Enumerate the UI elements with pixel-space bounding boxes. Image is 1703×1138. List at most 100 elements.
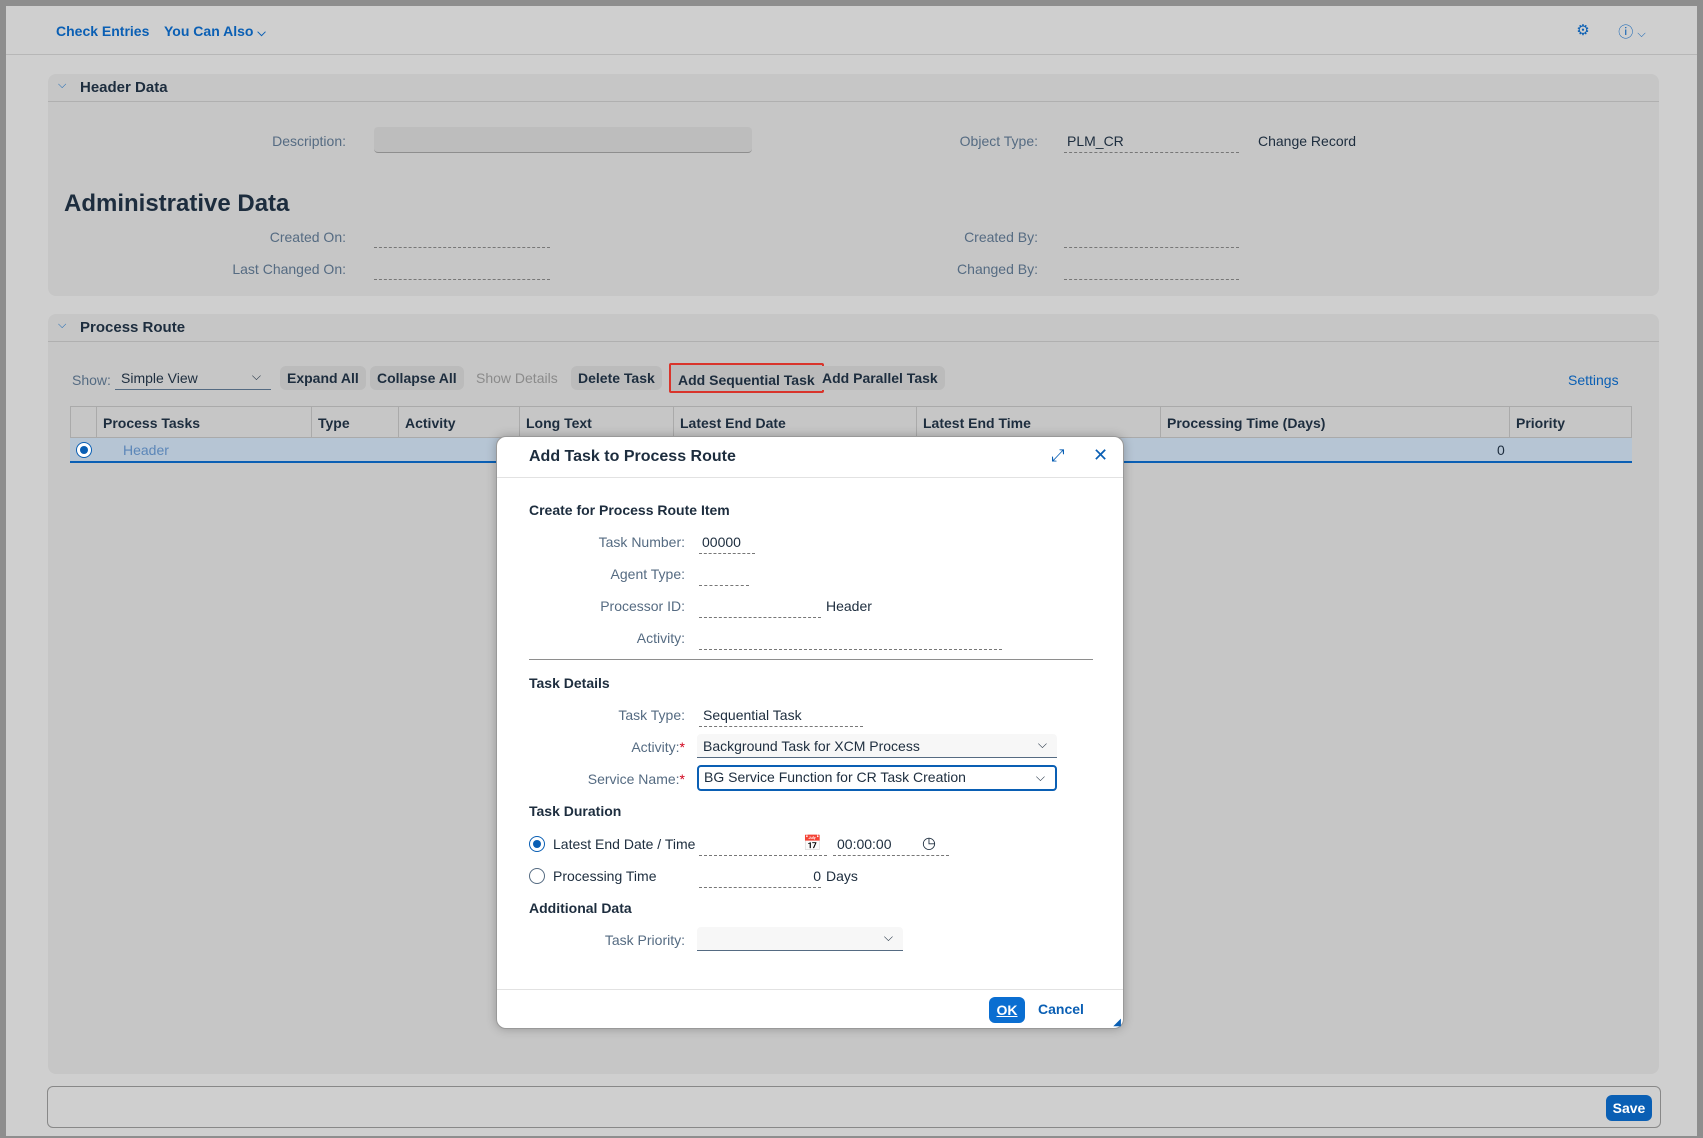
object-type-text: Change Record [1258,133,1357,149]
section-additional-title: Additional Data [529,900,632,916]
service-name-select[interactable]: BG Service Function for CR Task Creation… [697,765,1057,791]
show-label: Show: [72,372,111,388]
latest-end-time-value[interactable]: 00:00:00 [837,836,892,852]
chevron-down-icon: ⌵ [251,369,261,383]
settings-link[interactable]: Settings [1568,372,1619,388]
object-type-underline [1064,152,1239,153]
created-by-label: Created By: [964,229,1038,245]
process-route-title: Process Route [80,319,186,336]
processing-time-label: Processing Time [553,868,657,884]
created-by-value [1064,247,1239,248]
latest-end-label: Latest End Date / Time [553,836,696,852]
created-on-value [374,247,550,248]
activity-select-label: Activity:* [631,739,685,755]
agent-type-value [699,585,749,586]
app-frame: Check Entries You Can Also ⌵ ⚙ ⓘ ⌵ ⌵ Hea… [6,6,1697,1136]
days-label: Days [826,868,858,884]
task-priority-select[interactable]: ⌵ [697,927,903,951]
collapse-all-button[interactable]: Collapse All [370,366,464,390]
task-type-label: Task Type: [618,707,685,723]
processor-id-text: Header [826,598,872,614]
object-type-value: PLM_CR [1067,133,1124,149]
close-icon[interactable]: ✕ [1093,445,1108,466]
resize-handle-icon[interactable]: ◢ [1113,1017,1121,1028]
object-type-label: Object Type: [959,133,1038,149]
section-divider [529,659,1093,660]
cancel-button[interactable]: Cancel [1038,1001,1084,1017]
column-type[interactable]: Type [311,407,398,439]
delete-task-button[interactable]: Delete Task [571,366,662,390]
task-type-value: Sequential Task [703,707,802,723]
header-data-panel: ⌵ Header Data Description: Object Type: … [48,74,1659,296]
processing-time-radio[interactable] [529,868,545,884]
help-icon[interactable]: ⓘ ⌵ [1614,21,1650,41]
save-button[interactable]: Save [1606,1095,1652,1121]
expand-all-button[interactable]: Expand All [280,366,366,390]
description-label: Description: [272,133,346,149]
row-processing-time: 0 [1497,442,1505,458]
processing-time-underline [699,887,821,888]
calendar-icon[interactable]: 📅 [803,834,822,852]
chevron-down-icon: ⌵ [883,930,893,944]
row-select-radio[interactable] [76,442,92,458]
latest-end-date-input[interactable] [699,855,827,856]
changed-by-label: Changed By: [957,261,1038,277]
clock-icon[interactable]: ◷ [922,833,936,853]
column-process-tasks[interactable]: Process Tasks [96,407,311,439]
gear-icon[interactable]: ⚙ [1573,21,1593,41]
process-tasks-table-header: Process Tasks Type Activity Long Text La… [70,406,1632,439]
description-input[interactable] [374,127,752,153]
activity-label: Activity: [636,630,685,646]
last-changed-on-label: Last Changed On: [232,261,346,277]
add-parallel-task-button[interactable]: Add Parallel Task [815,366,945,390]
task-number-label: Task Number: [598,534,685,550]
expand-dialog-icon[interactable]: ⤢ [1051,446,1065,466]
dialog-header-divider [497,477,1123,478]
dialog-footer-divider [497,989,1123,990]
add-task-dialog: Add Task to Process Route ⤢ ✕ Create for… [496,436,1124,1029]
processor-id-label: Processor ID: [600,598,685,614]
created-on-label: Created On: [269,229,346,245]
agent-type-label: Agent Type: [610,566,685,582]
show-view-select[interactable]: Simple View ⌵ [115,366,271,390]
service-name-label: Service Name:* [587,771,685,787]
process-route-header[interactable]: ⌵ Process Route [48,314,1659,342]
row-process-task: Header [123,442,169,458]
top-toolbar: Check Entries You Can Also ⌵ ⚙ ⓘ ⌵ [6,6,1697,55]
column-latest-end-date[interactable]: Latest End Date [673,407,916,439]
add-sequential-task-button[interactable]: Add Sequential Task [669,363,824,393]
section-details-title: Task Details [529,675,610,691]
processor-id-value [699,617,821,618]
column-activity[interactable]: Activity [398,407,519,439]
task-type-underline [699,726,863,727]
task-priority-label: Task Priority: [604,932,685,948]
last-changed-on-value [374,279,550,280]
footer-bar: Save [47,1086,1661,1128]
section-create-title: Create for Process Route Item [529,502,730,518]
latest-end-time-underline [833,855,949,856]
chevron-down-icon[interactable]: ⌵ [58,79,70,91]
activity-select[interactable]: Background Task for XCM Process ⌵ [697,734,1057,758]
administrative-data-title: Administrative Data [64,190,290,217]
you-can-also-menu[interactable]: You Can Also ⌵ [164,23,266,40]
column-priority[interactable]: Priority [1509,407,1632,439]
chevron-down-icon: ⌵ [1035,770,1045,784]
dialog-title: Add Task to Process Route [529,448,736,465]
column-latest-end-time[interactable]: Latest End Time [916,407,1160,439]
column-processing-time[interactable]: Processing Time (Days) [1160,407,1509,439]
ok-button[interactable]: OK [989,997,1025,1023]
chevron-down-icon[interactable]: ⌵ [58,319,70,331]
column-long-text[interactable]: Long Text [519,407,673,439]
section-duration-title: Task Duration [529,803,622,819]
chevron-down-icon: ⌵ [257,27,266,39]
task-number-value: 00000 [702,534,741,550]
select-column [70,407,96,439]
processing-time-value[interactable]: 0 [807,868,821,884]
check-entries-link[interactable]: Check Entries [56,23,149,39]
show-details-button[interactable]: Show Details [469,366,565,390]
header-data-title: Header Data [80,79,168,96]
header-data-header[interactable]: ⌵ Header Data [48,74,1659,102]
changed-by-value [1064,279,1239,280]
latest-end-radio[interactable] [529,836,545,852]
chevron-down-icon: ⌵ [1037,737,1047,751]
